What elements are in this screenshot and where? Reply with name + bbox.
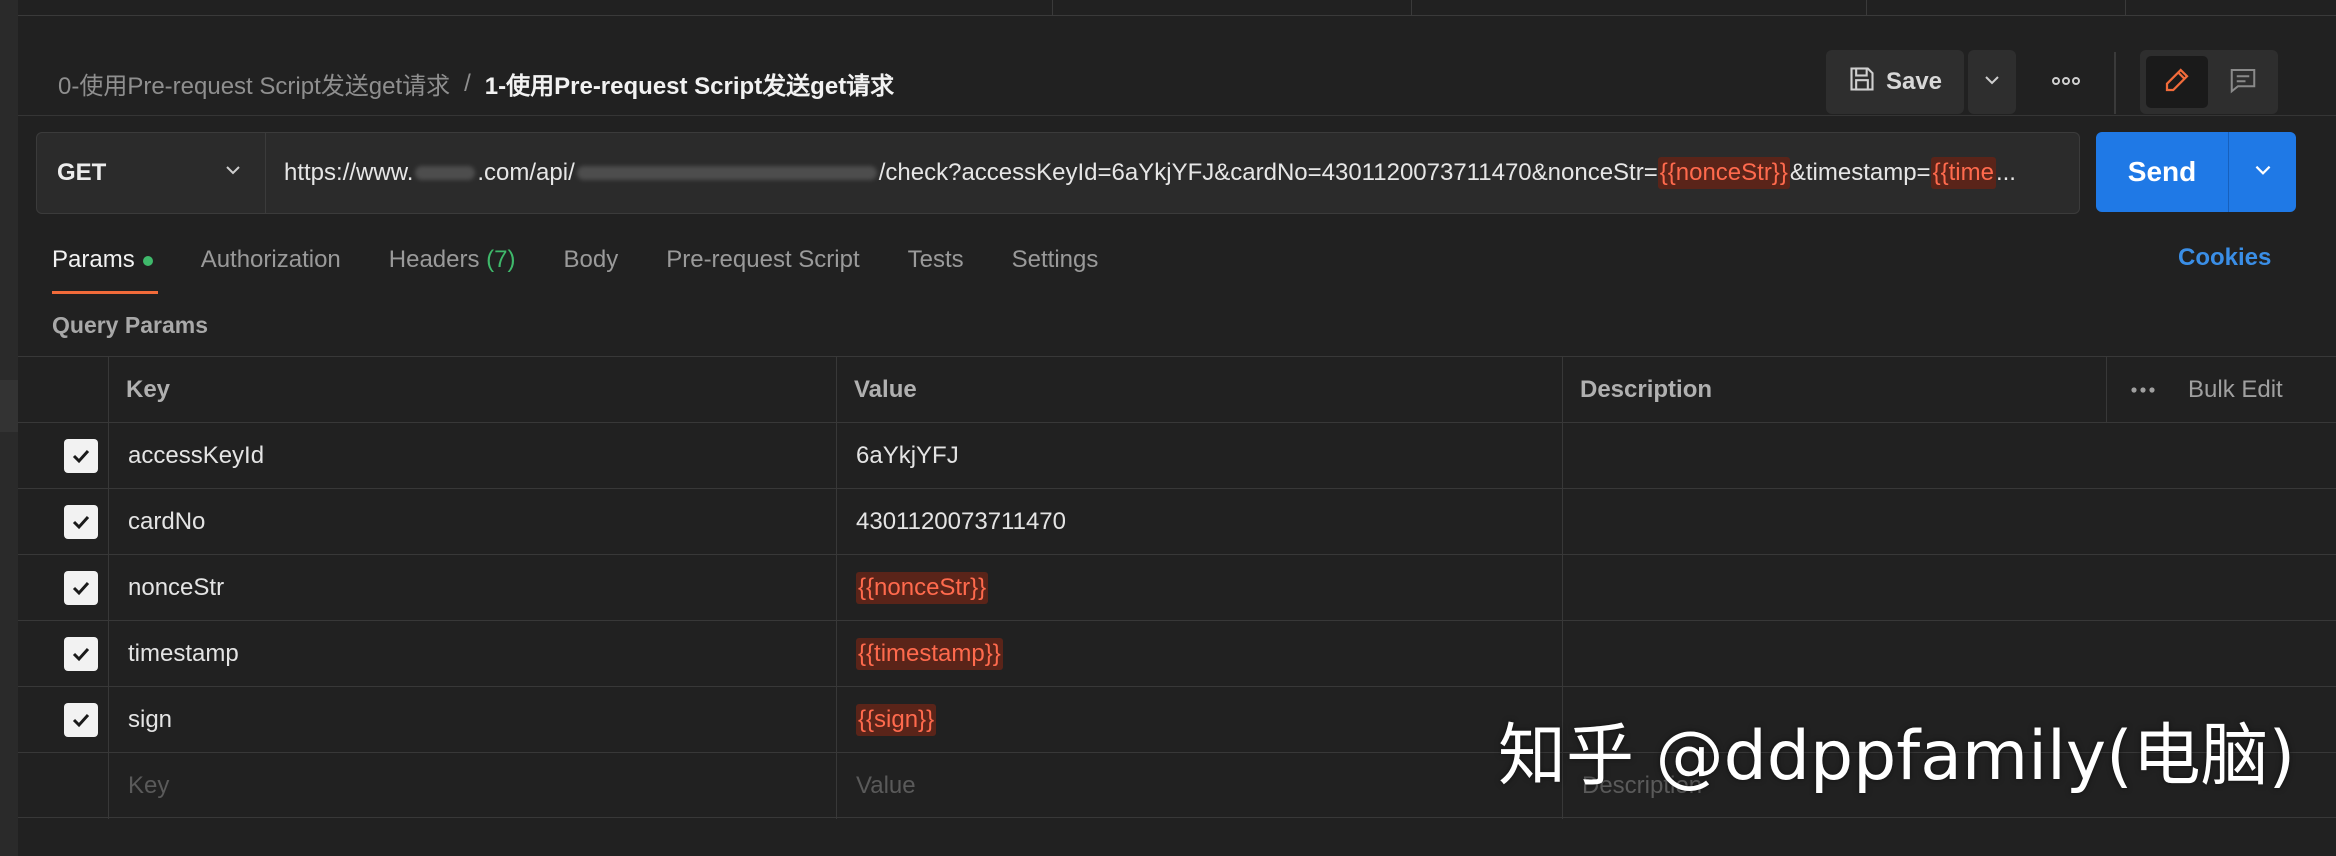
- url-text-domain: .com/api/: [477, 159, 575, 186]
- left-edge-marker: [0, 380, 18, 432]
- param-variable[interactable]: {{sign}}: [856, 704, 937, 736]
- tab-strip-segment[interactable]: [1866, 0, 2126, 16]
- request-tabs: Params Authorization Headers (7) Body Pr…: [52, 244, 1146, 294]
- headers-count-badge: (7): [486, 246, 516, 273]
- param-description-cell[interactable]: [1582, 555, 2102, 621]
- param-description-cell[interactable]: [1582, 621, 2102, 687]
- tab-authorization[interactable]: Authorization: [201, 244, 341, 294]
- column-header-description: Description: [1580, 376, 1713, 403]
- checkmark-icon: [64, 703, 98, 737]
- tab-params-label: Params: [52, 246, 135, 273]
- table-row: accessKeyId 6aYkjYFJ: [18, 423, 2336, 489]
- tab-params[interactable]: Params: [52, 244, 158, 294]
- edit-mode-button[interactable]: [2146, 56, 2208, 108]
- request-header: 0-使用Pre-request Script发送get请求 / 1-使用Pre-…: [18, 16, 2336, 116]
- row-checkbox[interactable]: [64, 423, 98, 489]
- redacted-text: [576, 166, 877, 180]
- param-value-cell[interactable]: {{timestamp}}: [856, 621, 1003, 687]
- tab-headers[interactable]: Headers (7): [389, 244, 516, 294]
- url-overflow-fade: [2029, 135, 2077, 211]
- column-header-key: Key: [126, 376, 171, 403]
- chevron-down-icon: [2252, 159, 2274, 186]
- method-select[interactable]: GET: [36, 132, 266, 214]
- watermark: 知乎 @ddppfamily(电脑): [1498, 717, 2296, 796]
- method-label: GET: [57, 159, 107, 186]
- send-button-group: Send: [2096, 132, 2296, 212]
- url-ellipsis: ...: [1995, 159, 2016, 186]
- row-checkbox[interactable]: [64, 555, 98, 621]
- tab-body[interactable]: Body: [564, 244, 619, 294]
- param-description-cell[interactable]: [1582, 489, 2102, 555]
- param-variable[interactable]: {{timestamp}}: [856, 638, 1003, 670]
- top-tab-strip: [18, 0, 2336, 16]
- breadcrumb-separator: /: [464, 69, 471, 97]
- url-text-timestamp-param: &timestamp=: [1789, 159, 1931, 186]
- param-value-cell[interactable]: 6aYkjYFJ: [856, 423, 959, 489]
- table-row: nonceStr {{nonceStr}}: [18, 555, 2336, 621]
- param-key-cell[interactable]: timestamp: [128, 621, 239, 687]
- param-value-cell[interactable]: 4301120073711470: [856, 489, 1066, 555]
- checkmark-icon: [64, 439, 98, 473]
- checkmark-icon: [64, 505, 98, 539]
- tab-strip-segment[interactable]: [1052, 0, 1412, 16]
- tab-settings[interactable]: Settings: [1012, 244, 1099, 294]
- breadcrumb: 0-使用Pre-request Script发送get请求 / 1-使用Pre-…: [58, 66, 894, 101]
- new-key-input[interactable]: Key: [128, 753, 169, 819]
- bulk-edit-button[interactable]: Bulk Edit: [2188, 357, 2283, 423]
- chevron-down-icon: [223, 159, 243, 187]
- param-variable[interactable]: {{nonceStr}}: [856, 572, 989, 604]
- save-label: Save: [1885, 68, 1943, 95]
- column-options-button[interactable]: [2130, 357, 2156, 423]
- param-description-cell[interactable]: [1582, 423, 2102, 489]
- query-params-title: Query Params: [52, 312, 208, 338]
- chevron-down-icon: [1982, 70, 2002, 95]
- column-header-value: Value: [854, 376, 917, 403]
- row-checkbox[interactable]: [64, 687, 98, 753]
- ellipsis-icon: [2130, 381, 2156, 399]
- checkmark-icon: [64, 637, 98, 671]
- breadcrumb-parent[interactable]: 0-使用Pre-request Script发送get请求: [58, 66, 450, 101]
- url-variable-timestamp[interactable]: {{time: [1930, 157, 1996, 189]
- param-key-cell[interactable]: cardNo: [128, 489, 205, 555]
- header-divider: [2114, 52, 2116, 114]
- cookies-link[interactable]: Cookies: [2178, 244, 2271, 272]
- save-button[interactable]: Save: [1826, 50, 1964, 114]
- ellipsis-icon: [2051, 73, 2081, 91]
- param-value-cell[interactable]: {{sign}}: [856, 687, 937, 753]
- status-dot: [142, 255, 153, 266]
- url-input[interactable]: https://www. .com/api/ /check?accessKeyI…: [266, 132, 2080, 214]
- param-key-cell[interactable]: nonceStr: [128, 555, 224, 621]
- table-header-row: Key Value Description Bulk Edit: [18, 357, 2336, 423]
- row-checkbox[interactable]: [64, 621, 98, 687]
- send-options-button[interactable]: [2229, 132, 2296, 212]
- more-actions-button[interactable]: [2038, 62, 2094, 102]
- view-mode-toggle: [2140, 50, 2278, 114]
- url-text-path: /check?accessKeyId=6aYkjYFJ&cardNo=43011…: [878, 159, 1658, 186]
- breadcrumb-current[interactable]: 1-使用Pre-request Script发送get请求: [485, 66, 894, 101]
- url-text-prefix: https://www.: [284, 159, 414, 186]
- left-edge-strip: [0, 0, 18, 856]
- table-row: timestamp {{timestamp}}: [18, 621, 2336, 687]
- pencil-icon: [2162, 65, 2192, 100]
- request-editor: 0-使用Pre-request Script发送get请求 / 1-使用Pre-…: [18, 0, 2336, 856]
- url-variable-noncestr[interactable]: {{nonceStr}}: [1657, 157, 1790, 189]
- param-key-cell[interactable]: sign: [128, 687, 172, 753]
- table-row: cardNo 4301120073711470: [18, 489, 2336, 555]
- comment-icon: [2228, 65, 2258, 100]
- param-key-cell[interactable]: accessKeyId: [128, 423, 264, 489]
- redacted-text: [415, 166, 476, 180]
- row-checkbox[interactable]: [64, 489, 98, 555]
- documentation-button[interactable]: [2212, 56, 2274, 108]
- tab-prerequest-script[interactable]: Pre-request Script: [666, 244, 859, 294]
- tab-tests[interactable]: Tests: [908, 244, 964, 294]
- param-value-cell[interactable]: {{nonceStr}}: [856, 555, 989, 621]
- send-button[interactable]: Send: [2096, 132, 2228, 212]
- save-options-button[interactable]: [1968, 50, 2016, 114]
- floppy-disk-icon: [1848, 65, 1876, 100]
- new-value-input[interactable]: Value: [856, 753, 916, 819]
- tab-headers-label: Headers: [388, 246, 480, 273]
- checkmark-icon: [64, 571, 98, 605]
